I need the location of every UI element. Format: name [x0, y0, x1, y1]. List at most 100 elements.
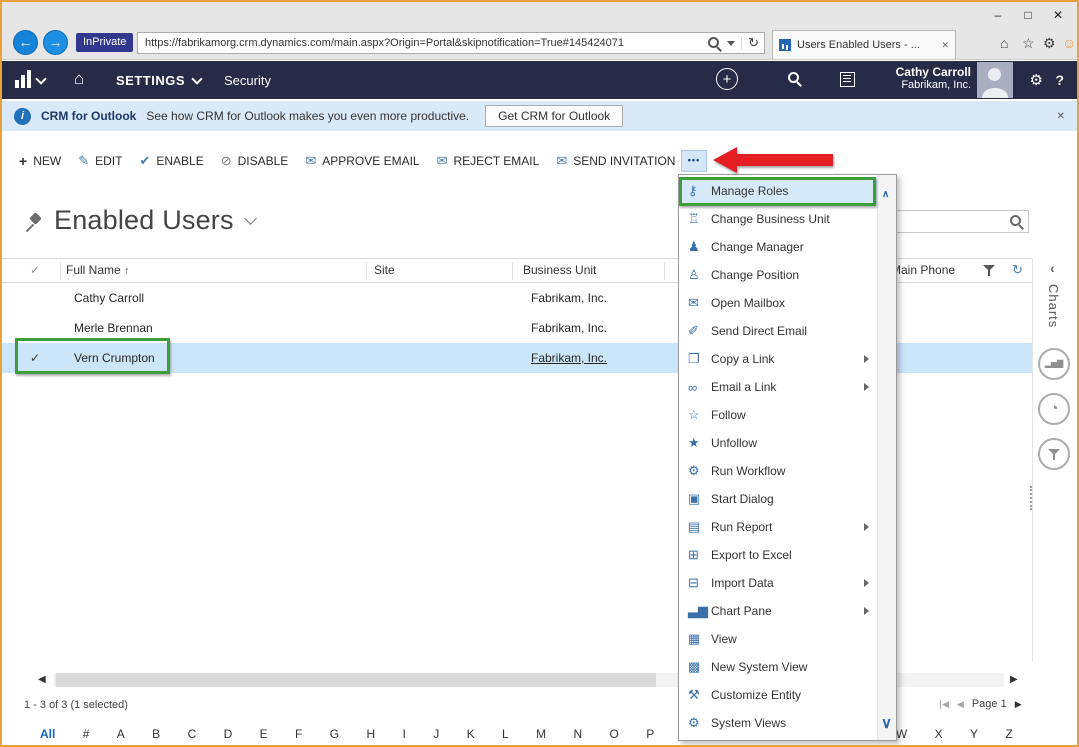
alphabet-filter[interactable]: G — [330, 727, 339, 741]
menu-item-follow[interactable]: ☆Follow — [679, 401, 878, 429]
column-site[interactable]: Site — [374, 263, 395, 277]
menu-item-run-workflow[interactable]: ⚙Run Workflow — [679, 457, 878, 485]
menu-item-chart-pane[interactable]: ▃▆Chart Pane — [679, 597, 878, 625]
filter-funnel-icon[interactable] — [983, 264, 996, 277]
user-avatar[interactable] — [977, 62, 1013, 98]
global-search-icon[interactable] — [788, 72, 801, 85]
scroll-up-icon[interactable]: ∧ — [882, 189, 889, 200]
scroll-right-icon[interactable]: ▶ — [1010, 674, 1018, 685]
browser-forward-button[interactable]: → — [43, 30, 68, 55]
first-page-icon[interactable]: ◀ — [940, 699, 949, 710]
cell-business-unit[interactable]: Fabrikam, Inc. — [531, 321, 607, 335]
menu-item-new-system-view[interactable]: ▩New System View — [679, 653, 878, 681]
menu-item-customize-entity[interactable]: ⚒Customize Entity — [679, 681, 878, 709]
column-full-name[interactable]: Full Name ↑ — [66, 263, 130, 277]
alphabet-filter[interactable]: L — [502, 727, 509, 741]
cell-business-unit[interactable]: Fabrikam, Inc. — [531, 291, 607, 305]
alphabet-filter[interactable]: Y — [970, 727, 978, 741]
favorites-star-icon[interactable]: ☆ — [1022, 35, 1035, 52]
alphabet-filter[interactable]: D — [224, 727, 233, 741]
more-commands-button[interactable]: ••• — [681, 150, 707, 172]
grid-refresh-icon[interactable]: ↻ — [1012, 262, 1023, 278]
crm-home-icon[interactable]: ⌂ — [74, 69, 84, 89]
minimize-button[interactable]: – — [983, 4, 1013, 26]
column-business-unit[interactable]: Business Unit — [523, 263, 596, 277]
expand-charts-chevron-icon[interactable]: ‹ — [1050, 260, 1055, 276]
menu-item-email-a-link[interactable]: ∞Email a Link — [679, 373, 878, 401]
cell-full-name[interactable]: Cathy Carroll — [74, 291, 144, 305]
alphabet-filter[interactable]: I — [403, 727, 406, 741]
pie-chart-icon[interactable]: ◔ — [1038, 393, 1070, 425]
scrollbar-thumb[interactable] — [56, 673, 656, 687]
browser-settings-gear-icon[interactable]: ⚙ — [1043, 35, 1056, 52]
next-page-icon[interactable]: ▶ — [1015, 699, 1022, 710]
maximize-button[interactable]: □ — [1013, 4, 1043, 26]
alphabet-filter[interactable]: J — [433, 727, 439, 741]
charts-pane-tab[interactable]: Charts — [1046, 284, 1061, 328]
alphabet-filter-all[interactable]: All — [40, 727, 55, 741]
tab-close-icon[interactable]: ✕ — [941, 40, 949, 51]
approve-email-button[interactable]: ✉APPROVE EMAIL — [305, 153, 419, 169]
reject-email-button[interactable]: ✉REJECT EMAIL — [437, 153, 540, 169]
alphabet-filter[interactable]: F — [295, 727, 302, 741]
alphabet-filter[interactable]: N — [573, 727, 582, 741]
quick-create-icon[interactable]: + — [716, 68, 738, 90]
edit-button[interactable]: ✎EDIT — [78, 153, 122, 169]
alphabet-filter[interactable]: P — [646, 727, 654, 741]
address-bar[interactable]: https://fabrikamorg.crm.dynamics.com/mai… — [137, 32, 765, 54]
alphabet-filter[interactable]: M — [536, 727, 546, 741]
alphabet-filter[interactable]: H — [366, 727, 375, 741]
search-icon[interactable] — [1010, 215, 1023, 228]
cell-business-unit-link[interactable]: Fabrikam, Inc. — [531, 351, 607, 365]
funnel-chart-icon[interactable] — [1038, 438, 1070, 470]
disable-button[interactable]: ⊘DISABLE — [221, 153, 289, 169]
alphabet-filter[interactable]: Z — [1005, 727, 1012, 741]
alphabet-filter[interactable]: W — [896, 727, 907, 741]
menu-item-change-manager[interactable]: ♟Change Manager — [679, 233, 878, 261]
menu-item-change-position[interactable]: ♙Change Position — [679, 261, 878, 289]
menu-scrollbar[interactable]: ∧ ∨ — [877, 175, 896, 740]
column-main-phone[interactable]: Main Phone — [891, 263, 955, 277]
settings-gear-icon[interactable]: ⚙ — [1030, 71, 1043, 89]
nav-settings-menu[interactable]: SETTINGS — [116, 73, 201, 88]
scroll-down-icon[interactable]: ∨ — [881, 714, 892, 732]
view-selector-caret-icon[interactable] — [244, 212, 257, 225]
alphabet-filter[interactable]: # — [83, 727, 90, 741]
menu-item-send-direct-email[interactable]: ✐Send Direct Email — [679, 317, 878, 345]
menu-item-change-business-unit[interactable]: ♖Change Business Unit — [679, 205, 878, 233]
select-all-checkbox[interactable]: ✓ — [30, 263, 40, 277]
new-button[interactable]: +NEW — [19, 153, 61, 169]
browser-home-icon[interactable]: ⌂ — [1000, 35, 1008, 51]
menu-item-copy-a-link[interactable]: ❐Copy a Link — [679, 345, 878, 373]
browser-back-button[interactable]: ← — [13, 30, 38, 55]
cell-full-name[interactable]: Merle Brennan — [74, 321, 153, 335]
alphabet-filter[interactable]: B — [152, 727, 160, 741]
menu-item-open-mailbox[interactable]: ✉Open Mailbox — [679, 289, 878, 317]
alphabet-filter[interactable]: A — [117, 727, 125, 741]
browser-tab[interactable]: Users Enabled Users - ... ✕ — [772, 30, 956, 59]
menu-item-view[interactable]: ▦View — [679, 625, 878, 653]
search-icon[interactable] — [708, 37, 721, 50]
alphabet-filter[interactable]: O — [610, 727, 619, 741]
get-crm-outlook-button[interactable]: Get CRM for Outlook — [485, 105, 623, 127]
nav-area-security[interactable]: Security — [224, 73, 271, 88]
menu-item-import-data[interactable]: ⊟Import Data — [679, 569, 878, 597]
scroll-left-icon[interactable]: ◀ — [38, 674, 46, 685]
menu-item-start-dialog[interactable]: ▣Start Dialog — [679, 485, 878, 513]
notification-close-icon[interactable]: ✕ — [1057, 111, 1065, 122]
recently-viewed-icon[interactable] — [840, 72, 855, 87]
alphabet-filter[interactable]: C — [188, 727, 197, 741]
chevron-down-icon[interactable] — [727, 41, 735, 46]
user-info[interactable]: Cathy Carroll Fabrikam, Inc. — [896, 65, 971, 91]
previous-page-icon[interactable]: ◀ — [957, 699, 964, 710]
alphabet-filter[interactable]: K — [467, 727, 475, 741]
dynamics-logo-icon[interactable] — [15, 70, 45, 88]
refresh-icon[interactable]: ↻ — [748, 33, 759, 53]
pane-splitter-grip[interactable] — [1030, 486, 1032, 510]
feedback-smiley-icon[interactable]: ☺ — [1062, 35, 1076, 51]
help-icon[interactable]: ? — [1055, 72, 1064, 88]
menu-item-export-to-excel[interactable]: ⊞Export to Excel — [679, 541, 878, 569]
send-invitation-button[interactable]: ✉SEND INVITATION — [556, 153, 675, 169]
alphabet-filter[interactable]: E — [260, 727, 268, 741]
bar-chart-icon[interactable]: ▂▅▇ — [1038, 348, 1070, 380]
